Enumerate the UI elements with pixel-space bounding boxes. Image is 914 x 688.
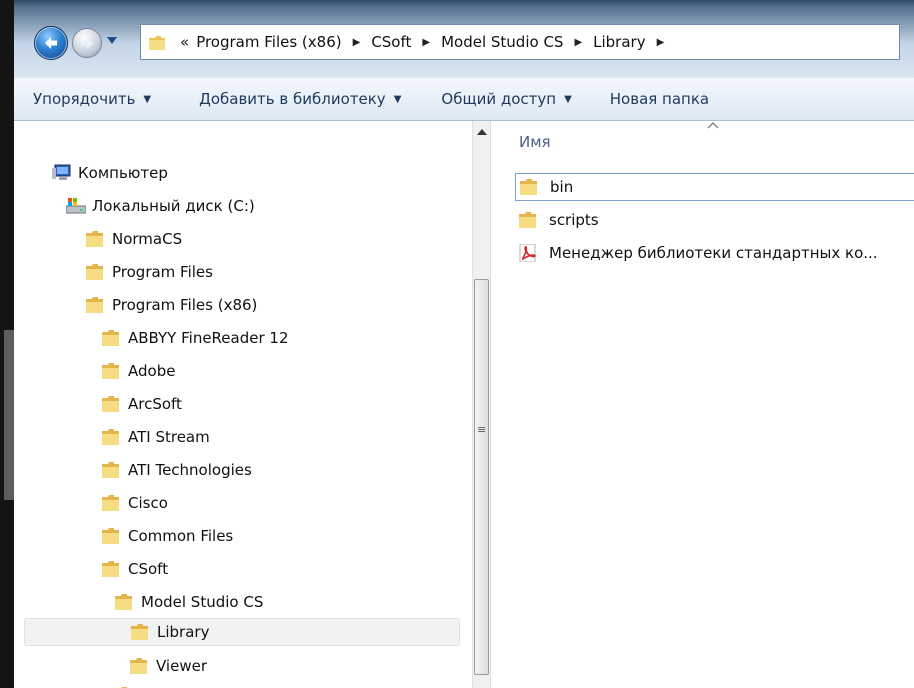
tree-item-model-studio[interactable]: Model Studio CS [115, 588, 263, 616]
breadcrumb-csoft[interactable]: CSoft [371, 33, 411, 51]
file-name: Менеджер библиотеки стандартных ко... [549, 244, 878, 262]
file-name: bin [550, 178, 574, 196]
tree-item-partial [115, 681, 141, 688]
tree-label: ABBYY FineReader 12 [128, 329, 289, 347]
file-name: scripts [549, 211, 599, 229]
organize-menu[interactable]: Упорядочить ▼ [14, 90, 167, 108]
tree-item-csoft[interactable]: CSoft [102, 555, 168, 583]
tree-item-program-files[interactable]: Program Files [86, 258, 213, 286]
breadcrumb-arrow-icon[interactable]: ▶ [574, 37, 582, 48]
chevron-down-icon: ▼ [143, 93, 152, 105]
content-pane: Имя bin scripts Менеджер библиотеки стан… [511, 121, 914, 688]
new-folder-label: Новая папка [609, 90, 710, 108]
sort-ascending-icon [707, 122, 719, 129]
list-item-scripts[interactable]: scripts [515, 206, 599, 234]
tree-label: Viewer [156, 657, 207, 675]
breadcrumb-program-files-x86[interactable]: Program Files (x86) [196, 33, 341, 51]
tree-label: CSoft [128, 560, 169, 578]
folder-icon [102, 428, 122, 446]
folder-icon [102, 329, 122, 347]
tree-item-cisco[interactable]: Cisco [102, 489, 168, 517]
navigation-pane: Компьютер Локальный диск (C:) NormaCS Pr… [14, 121, 490, 688]
add-to-library-menu[interactable]: Добавить в библиотеку ▼ [167, 90, 417, 108]
column-header-name[interactable]: Имя [519, 133, 551, 151]
folder-icon [86, 263, 106, 281]
folder-icon [131, 623, 151, 641]
folder-icon [86, 296, 106, 314]
folder-icon [115, 593, 135, 611]
list-item-bin[interactable]: bin [515, 173, 914, 201]
chevron-down-icon: ▼ [564, 93, 572, 105]
back-arrow-icon [45, 37, 57, 49]
folder-icon [102, 461, 122, 479]
tree-item-adobe[interactable]: Adobe [102, 357, 175, 385]
breadcrumb-arrow-icon[interactable]: ▶ [657, 37, 665, 48]
list-item-pdf[interactable]: Менеджер библиотеки стандартных ко... [515, 239, 878, 267]
tree-label: ATI Technologies [128, 461, 252, 479]
navigation-scrollbar[interactable]: ≡ [472, 121, 491, 688]
folder-icon [86, 230, 106, 248]
tree-label: Локальный диск (C:) [92, 197, 255, 215]
folder-icon [102, 560, 122, 578]
folder-icon [102, 395, 122, 413]
scroll-up-icon[interactable] [477, 129, 487, 135]
folder-icon [520, 178, 540, 196]
breadcrumb-library[interactable]: Library [593, 33, 645, 51]
chevron-down-icon: ▼ [393, 93, 402, 105]
tree-label: Компьютер [78, 164, 168, 182]
command-bar: Упорядочить ▼ Добавить в библиотеку ▼ Об… [14, 78, 914, 121]
tree-label: Program Files (x86) [112, 296, 258, 314]
screenshot-frame: « Program Files (x86) ▶ CSoft ▶ Model St… [0, 0, 914, 688]
explorer-window: « Program Files (x86) ▶ CSoft ▶ Model St… [14, 0, 914, 688]
pdf-icon [519, 243, 539, 263]
tree-label: Common Files [128, 527, 234, 545]
tree-label: NormaCS [112, 230, 183, 248]
folder-icon [149, 35, 165, 50]
share-label: Общий доступ [441, 90, 557, 108]
folder-icon [519, 211, 539, 229]
computer-icon [52, 164, 72, 182]
breadcrumb-arrow-icon[interactable]: ▶ [353, 37, 361, 48]
forward-button[interactable] [72, 28, 102, 58]
back-button[interactable] [34, 26, 68, 60]
tree-label: Adobe [128, 362, 176, 380]
tree-item-common-files[interactable]: Common Files [102, 522, 233, 550]
share-menu[interactable]: Общий доступ ▼ [417, 90, 587, 108]
new-folder-button[interactable]: Новая папка [588, 90, 725, 108]
folder-icon [102, 494, 122, 512]
tree-label: Program Files [112, 263, 213, 281]
window-edge [0, 0, 14, 688]
folder-icon [102, 527, 122, 545]
add-to-library-label: Добавить в библиотеку [199, 90, 386, 108]
address-bar-region: « Program Files (x86) ▶ CSoft ▶ Model St… [14, 0, 914, 78]
tree-item-computer[interactable]: Компьютер [52, 159, 168, 187]
breadcrumb-overflow[interactable]: « [180, 33, 189, 51]
breadcrumb-arrow-icon[interactable]: ▶ [422, 37, 430, 48]
forward-arrow-icon [81, 37, 93, 49]
tree-label: Library [157, 623, 210, 641]
tree-label: Model Studio CS [141, 593, 264, 611]
tree-label: ATI Stream [128, 428, 210, 446]
tree-item-ati-technologies[interactable]: ATI Technologies [102, 456, 252, 484]
pane-splitter[interactable] [490, 121, 511, 688]
folder-icon [102, 362, 122, 380]
grip-icon: ≡ [477, 423, 487, 436]
organize-label: Упорядочить [33, 90, 136, 108]
tree-item-library[interactable]: Library [24, 618, 460, 646]
history-dropdown-icon[interactable] [107, 37, 117, 45]
tree-item-normacs[interactable]: NormaCS [86, 225, 182, 253]
tree-item-ati-stream[interactable]: ATI Stream [102, 423, 210, 451]
address-field[interactable]: « Program Files (x86) ▶ CSoft ▶ Model St… [140, 24, 900, 60]
tree-item-local-disk[interactable]: Локальный диск (C:) [65, 192, 255, 220]
tree-item-abbyy[interactable]: ABBYY FineReader 12 [102, 324, 289, 352]
scrollbar-thumb[interactable] [474, 279, 489, 675]
drive-icon [65, 197, 87, 215]
tree-label: Cisco [128, 494, 168, 512]
tree-item-program-files-x86[interactable]: Program Files (x86) [86, 291, 257, 319]
folder-icon [130, 657, 150, 675]
tree-item-arcsoft[interactable]: ArcSoft [102, 390, 182, 418]
tree-item-viewer[interactable]: Viewer [130, 652, 207, 680]
tree-label: ArcSoft [128, 395, 182, 413]
breadcrumb-model-studio[interactable]: Model Studio CS [441, 33, 563, 51]
